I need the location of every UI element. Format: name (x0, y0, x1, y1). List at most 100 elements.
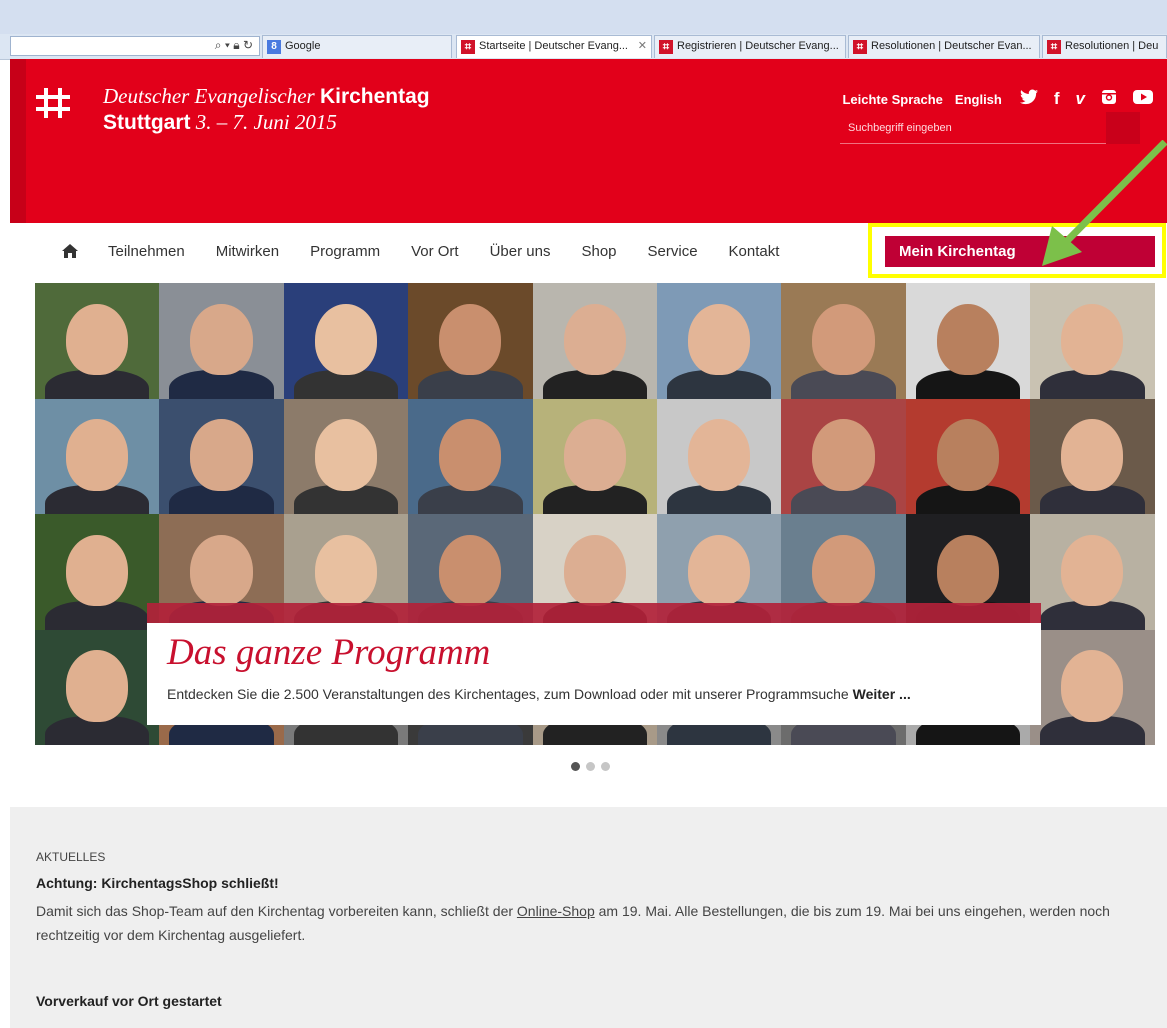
slider-dot[interactable] (586, 762, 595, 771)
nav-item-kontakt[interactable]: Kontakt (729, 243, 780, 260)
slider-title: Das ganze Programm (167, 632, 491, 673)
tab-label: Google (285, 40, 321, 52)
tab-label: Resolutionen | Deutscher Evan... (871, 40, 1032, 52)
vimeo-icon[interactable]: v (1076, 89, 1085, 110)
speaker-photo (781, 283, 906, 399)
slider-more-link[interactable]: Weiter ... (853, 686, 911, 702)
speaker-photo (781, 398, 906, 514)
english-link[interactable]: English (955, 92, 1002, 107)
brand-subtitle: Stuttgart 3. – 7. Juni 2015 (103, 110, 337, 135)
nav-item-service[interactable]: Service (648, 243, 698, 260)
browser-title-strip (0, 0, 1167, 34)
photo-shape (936, 303, 1000, 376)
address-bar-icons[interactable]: ⌕ ▾ 🔒︎ ↻ (215, 38, 253, 53)
brand-dates: 3. – 7. Juni 2015 (195, 110, 337, 134)
speaker-photo (532, 283, 657, 399)
kirchentag-favicon: ⌗ (461, 40, 475, 54)
site-search (840, 112, 1140, 144)
nav-item-shop[interactable]: Shop (581, 243, 616, 260)
speaker-photo (1030, 283, 1155, 399)
speaker-photo (656, 283, 782, 399)
browser-chrome: ⌕ ▾ 🔒︎ ↻ 8 Google ⌗ Startseite | Deutsch… (0, 0, 1167, 60)
slider-text: Entdecken Sie die 2.500 Veranstaltungen … (167, 686, 911, 702)
photo-shape (563, 534, 626, 607)
tab-label: Startseite | Deutscher Evang... (479, 40, 628, 52)
twitter-icon[interactable] (1019, 89, 1038, 110)
slider-dot[interactable] (601, 762, 610, 771)
news-headline[interactable]: Achtung: KirchentagsShop schließt! (36, 875, 279, 891)
mein-kirchentag-button[interactable]: Mein Kirchentag (885, 236, 1155, 267)
photo-shape (439, 534, 502, 607)
speaker-photo (408, 283, 533, 399)
google-icon: 8 (267, 40, 281, 54)
speaker-photo (35, 398, 160, 514)
photo-shape (688, 303, 751, 376)
tab-resolutionen-1[interactable]: ⌗ Resolutionen | Deutscher Evan... (848, 35, 1040, 58)
photo-shape (1061, 419, 1124, 491)
photo-shape (936, 419, 1000, 491)
online-shop-link[interactable]: Online-Shop (517, 903, 595, 919)
photo-shape (66, 419, 129, 491)
news-text: Damit sich das Shop-Team auf den Kirchen… (36, 903, 517, 919)
top-links: Leichte Sprache English f v (842, 89, 1153, 110)
photo-shape (66, 650, 129, 722)
kirchentag-favicon: ⌗ (659, 40, 673, 54)
nav-item-vor-ort[interactable]: Vor Ort (411, 243, 459, 260)
brand-title-italic: Deutscher Evangelischer (103, 84, 315, 108)
tab-google[interactable]: 8 Google (262, 35, 452, 58)
tab-registrieren[interactable]: ⌗ Registrieren | Deutscher Evang... (654, 35, 846, 58)
speaker-photo (905, 398, 1031, 514)
tab-resolutionen-2[interactable]: ⌗ Resolutionen | Deu (1042, 35, 1167, 58)
speaker-photo (408, 398, 533, 514)
news-paragraph: Damit sich das Shop-Team auf den Kirchen… (36, 899, 1146, 947)
nav-item-programm[interactable]: Programm (310, 243, 380, 260)
speaker-photo (905, 283, 1031, 399)
speaker-photo (35, 283, 160, 399)
photo-shape (1061, 303, 1124, 376)
nav-item-mitwirken[interactable]: Mitwirken (216, 243, 279, 260)
youtube-icon[interactable] (1133, 89, 1153, 110)
close-icon[interactable]: ✕ (638, 36, 647, 57)
brand-title[interactable]: Deutscher Evangelischer Kirchentag (103, 84, 430, 109)
instagram-icon[interactable] (1101, 89, 1117, 110)
nav-item-teilnehmen[interactable]: Teilnehmen (108, 243, 185, 260)
speaker-photo (1030, 629, 1155, 745)
photo-shape (812, 534, 875, 607)
speaker-photo (159, 398, 284, 514)
slider-dot[interactable] (571, 762, 580, 771)
speaker-photo (1030, 398, 1155, 514)
speaker-photo (656, 398, 782, 514)
photo-shape (563, 419, 626, 491)
kirchentag-logo-icon[interactable] (36, 88, 70, 124)
speaker-photo (35, 629, 160, 745)
tab-startseite[interactable]: ⌗ Startseite | Deutscher Evang... ✕ (456, 35, 652, 58)
news-kicker: AKTUELLES (36, 850, 106, 864)
facebook-icon[interactable]: f (1054, 89, 1060, 110)
photo-shape (190, 303, 253, 376)
search-input[interactable] (840, 112, 1105, 144)
search-button[interactable] (1106, 112, 1140, 144)
speaker-photo (283, 398, 409, 514)
photo-shape (1061, 650, 1124, 722)
photo-shape (812, 419, 875, 491)
address-bar[interactable]: ⌕ ▾ 🔒︎ ↻ (10, 36, 260, 56)
speaker-photo (532, 398, 657, 514)
news-headline[interactable]: Vorverkauf vor Ort gestartet (36, 993, 222, 1009)
photo-shape (439, 303, 502, 376)
slider-caption-bar (147, 603, 1041, 623)
brand-city: Stuttgart (103, 111, 191, 134)
leichte-sprache-link[interactable]: Leichte Sprache (842, 92, 942, 107)
photo-shape (66, 303, 129, 376)
nav-item-ueber-uns[interactable]: Über uns (490, 243, 551, 260)
speaker-photo (283, 283, 409, 399)
header-edge (10, 59, 26, 223)
slider-caption[interactable]: Das ganze Programm Entdecken Sie die 2.5… (147, 623, 1041, 725)
nav-items: Teilnehmen Mitwirken Programm Vor Ort Üb… (108, 243, 810, 260)
tab-label: Registrieren | Deutscher Evang... (677, 40, 839, 52)
home-icon[interactable] (62, 244, 78, 258)
photo-shape (936, 534, 1000, 607)
photo-shape (314, 303, 378, 376)
photo-shape (439, 419, 502, 491)
slider-dots (571, 762, 610, 771)
photo-shape (688, 419, 751, 491)
